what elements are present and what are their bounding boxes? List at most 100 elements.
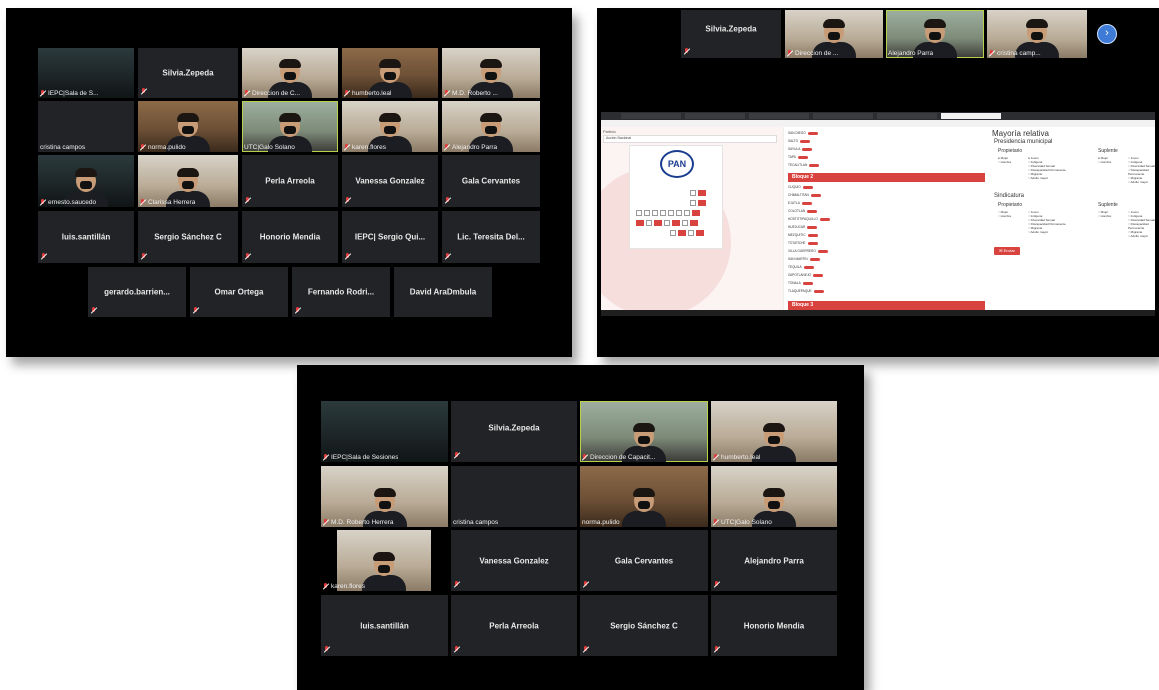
participant-name: David AraDmbula	[409, 287, 477, 297]
checkbox-group[interactable]: ○ Joven ○ Indígena ○ Diversidad Sexual ○ Di…	[1128, 156, 1155, 184]
muted-mic-icon	[713, 454, 719, 461]
radio-option[interactable]: ○ Mujer ○ Hombre	[998, 210, 1011, 218]
party-select[interactable]: Acción Nacional	[603, 135, 777, 143]
muted-mic-icon	[323, 583, 329, 590]
participant-tile[interactable]: IEPC| Sergio Qui...	[342, 211, 438, 263]
participant-tile[interactable]: M.D. Roberto ...	[442, 48, 540, 98]
radio-option[interactable]: ○ Mujer ○ Hombre	[1098, 210, 1111, 218]
participant-tile[interactable]: luis.santillán	[321, 595, 448, 656]
participant-tile[interactable]: cristina campos	[38, 101, 134, 152]
participant-tile[interactable]: Sergio Sánchez C	[580, 595, 708, 656]
checkbox-group[interactable]: ○ Joven ○ Indígena ○ Diversidad Sexual ○ Di…	[1028, 210, 1066, 234]
participant-tile[interactable]: Silvia.Zepeda	[138, 48, 238, 98]
participant-tile[interactable]: IEPC|Sala de Sesiones	[321, 401, 448, 462]
muted-mic-icon	[344, 90, 350, 97]
participant-name: Sergio Sánchez C	[610, 621, 678, 630]
participant-tile[interactable]: Omar Ortega	[190, 267, 288, 317]
participant-tile-active-speaker[interactable]: UTC|Galo Solano	[242, 101, 338, 152]
muted-mic-icon	[91, 307, 97, 314]
participant-tile[interactable]: Honorio Mendia	[242, 211, 338, 263]
participant-name: Perla Arreola	[489, 621, 539, 630]
participant-name: UTC|Galo Solano	[713, 519, 772, 526]
party-label: Partido	[603, 129, 616, 134]
next-page-arrow-icon[interactable]: ›	[1097, 24, 1117, 44]
participant-tile[interactable]: Vanessa Gonzalez	[451, 530, 577, 591]
muted-mic-icon	[445, 253, 451, 260]
participant-tile[interactable]: humberto.leal	[711, 401, 837, 462]
muted-mic-icon	[454, 581, 460, 588]
status-bar	[601, 310, 1155, 316]
block-header[interactable]: Bloque 3	[788, 301, 985, 310]
participant-tile[interactable]: Alejandro Parra	[442, 101, 540, 152]
section-heading: Presidencia municipal	[994, 139, 1053, 145]
section-heading: Sindicatura	[994, 193, 1025, 199]
participant-tile[interactable]: Sergio Sánchez C	[138, 211, 238, 263]
participant-tile[interactable]: Perla Arreola	[242, 155, 338, 207]
participant-tile[interactable]: Direccion de C...	[242, 48, 338, 98]
radio-option[interactable]: ● Mujer ○ Hombre	[1098, 156, 1111, 164]
participant-tile[interactable]: Vanessa Gonzalez	[342, 155, 438, 207]
block-header[interactable]: Bloque 2	[788, 173, 985, 182]
participant-tile[interactable]: norma.pulido	[138, 101, 238, 152]
participant-tile[interactable]: Fernando Rodri...	[292, 267, 390, 317]
pan-logo: PAN	[660, 150, 694, 178]
radio-option[interactable]: ● Mujer ○ Hombre	[998, 156, 1011, 164]
participant-tile[interactable]: cristina camp...	[987, 10, 1087, 58]
option-row[interactable]	[670, 230, 704, 236]
participant-tile[interactable]: cristina campos	[451, 466, 577, 527]
participant-tile-active-speaker[interactable]: Direccion de Capacit...	[580, 401, 708, 462]
participant-name: luis.santillán	[61, 232, 111, 242]
participant-name: Alejandro Parra	[888, 50, 934, 57]
party-panel: Partido Acción Nacional PAN	[601, 127, 783, 316]
muted-mic-icon	[444, 90, 450, 97]
participant-tile[interactable]: Lic. Teresita Del...	[442, 211, 540, 263]
send-button[interactable]: ✉ Enviar	[994, 247, 1020, 255]
participant-tile[interactable]: norma.pulido	[580, 466, 708, 527]
participant-tile[interactable]: gerardo.barrien...	[88, 267, 186, 317]
participant-name: IEPC|Sala de Sesiones	[323, 454, 398, 461]
participant-tile[interactable]: ernesto.saucedo	[38, 155, 134, 207]
participant-tile[interactable]: Silvia.Zepeda	[681, 10, 781, 58]
participant-tile[interactable]: Direccion de ...	[785, 10, 883, 58]
participant-tile[interactable]: IEPC|Sala de S...	[38, 48, 134, 98]
participant-tile[interactable]: Alejandro Parra	[711, 530, 837, 591]
muted-mic-icon	[444, 144, 450, 151]
muted-mic-icon	[445, 197, 451, 204]
participant-name: ernesto.saucedo	[40, 199, 96, 206]
participant-name: Alejandro Parra	[744, 556, 804, 565]
participant-name: Sergio Sánchez C	[154, 232, 222, 242]
option-row[interactable]	[636, 210, 700, 216]
participant-name: humberto.leal	[344, 90, 391, 97]
participant-tile[interactable]: David AraDmbula	[394, 267, 492, 317]
muted-mic-icon	[140, 199, 146, 206]
participant-name: Vanessa Gonzalez	[479, 556, 549, 565]
participant-tile[interactable]: Gala Cervantes	[442, 155, 540, 207]
option-row[interactable]	[690, 200, 706, 206]
muted-mic-icon	[41, 253, 47, 260]
participant-tile[interactable]: M.D. Roberto Herrera	[321, 466, 448, 527]
participant-tile[interactable]: UTC|Galo Solano	[711, 466, 837, 527]
propietario-heading: Propietario	[998, 148, 1023, 154]
option-row[interactable]	[690, 190, 706, 196]
option-row[interactable]	[636, 220, 698, 226]
checkbox-group[interactable]: ○ Joven ○ Indígena ○ Diversidad Sexual ○ Di…	[1128, 210, 1155, 238]
participant-tile[interactable]: Honorio Mendia	[711, 595, 837, 656]
browser-tab-bar	[601, 112, 1155, 120]
party-card: PAN	[629, 145, 723, 249]
participant-tile-active-speaker[interactable]: Alejandro Parra	[886, 10, 984, 58]
candidacy-form: Mayoría relativa Presidencia municipal P…	[988, 127, 1155, 316]
participant-tile[interactable]: Gala Cervantes	[580, 530, 708, 591]
muted-mic-icon	[583, 646, 589, 653]
participant-tile[interactable]: karen.flores	[342, 101, 438, 152]
checkbox-group[interactable]: ● Joven ○ Indígena ○ Diversidad Sexual ○ Di…	[1028, 156, 1066, 180]
participant-name: Honorio Mendia	[743, 621, 805, 630]
muted-mic-icon	[714, 646, 720, 653]
participant-name: M.D. Roberto ...	[444, 90, 498, 97]
muted-mic-icon	[344, 144, 350, 151]
participant-tile[interactable]: Clarissa Herrera	[138, 155, 238, 207]
participant-tile[interactable]: karen.flores	[321, 530, 448, 591]
participant-tile[interactable]: Silvia.Zepeda	[451, 401, 577, 462]
participant-tile[interactable]: luis.santillán	[38, 211, 134, 263]
participant-tile[interactable]: humberto.leal	[342, 48, 438, 98]
participant-tile[interactable]: Perla Arreola	[451, 595, 577, 656]
